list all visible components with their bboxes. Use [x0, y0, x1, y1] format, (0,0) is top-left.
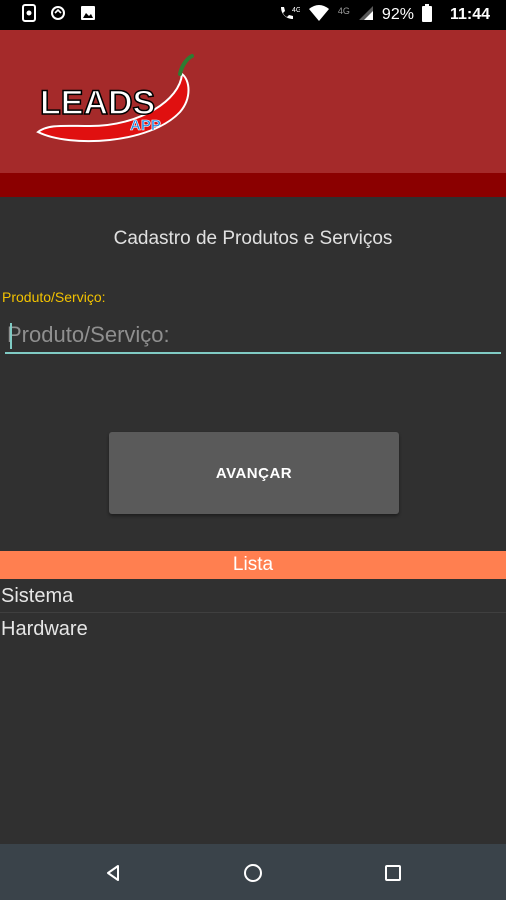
text-cursor — [10, 323, 12, 349]
product-field-label: Produto/Serviço: — [2, 289, 106, 305]
signal-icon — [358, 5, 374, 25]
logo-subtext: APP — [130, 117, 161, 134]
back-button[interactable] — [96, 856, 130, 890]
product-service-input[interactable] — [5, 318, 501, 354]
page-title: Cadastro de Produtos e Serviços — [113, 228, 393, 249]
wifi-calling-icon: 4G — [278, 4, 301, 26]
product-input-container — [5, 318, 501, 356]
back-icon — [107, 865, 119, 881]
header-stripe — [0, 173, 506, 197]
clock: 11:44 — [449, 6, 490, 23]
battery-icon — [421, 4, 432, 26]
status-bar: 4G 4G 92% 11:44 — [0, 0, 506, 30]
system-nav-bar — [0, 844, 506, 900]
image-icon — [80, 5, 96, 25]
list-item[interactable]: Sistema — [0, 580, 506, 613]
status-right-icons: 4G 4G 92% 11:44 — [278, 0, 490, 30]
home-icon — [244, 864, 262, 882]
list-item[interactable]: Hardware — [0, 613, 506, 645]
app-screen: 4G 4G 92% 11:44 LEADS APP Cadastro de Pr… — [0, 0, 506, 900]
svg-text:4G: 4G — [292, 7, 300, 14]
phone-icon — [22, 4, 36, 26]
wifi-icon — [308, 4, 330, 26]
list-header: Lista — [0, 551, 506, 579]
recents-icon — [385, 865, 401, 881]
home-button[interactable] — [236, 856, 270, 890]
sync-icon — [50, 5, 66, 25]
recents-button[interactable] — [376, 856, 410, 890]
advance-button[interactable]: AVANÇAR — [109, 432, 399, 514]
status-left-icons — [22, 4, 96, 26]
leads-app-logo: LEADS APP — [30, 40, 200, 150]
network-type-label: 4G — [337, 6, 350, 16]
battery-percentage: 92% — [381, 6, 414, 23]
product-list: Sistema Hardware — [0, 580, 506, 645]
